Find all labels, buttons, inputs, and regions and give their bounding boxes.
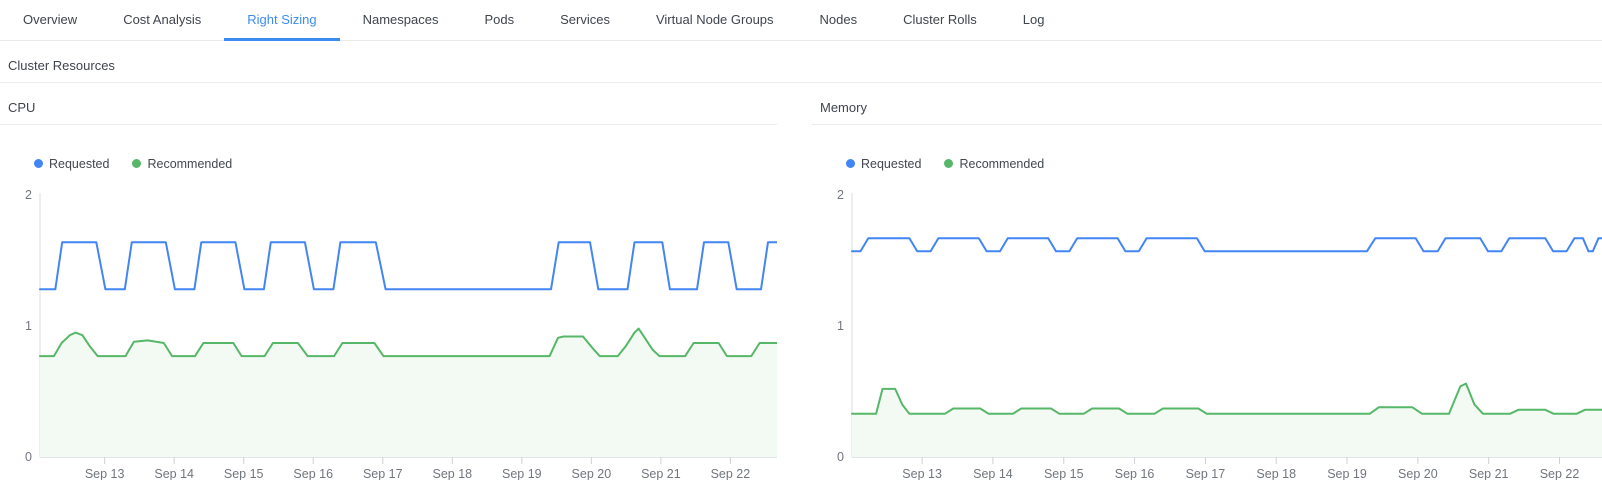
svg-text:Sep 14: Sep 14: [973, 467, 1013, 480]
top-tab-bar: Overview Cost Analysis Right Sizing Name…: [0, 0, 1602, 41]
cpu-chart-title: CPU: [0, 99, 777, 125]
svg-text:Sep 21: Sep 21: [1469, 467, 1509, 480]
legend-dot-requested: [34, 159, 43, 168]
svg-text:0: 0: [837, 450, 844, 464]
legend-dot-requested: [846, 159, 855, 168]
legend-label-recommended: Recommended: [147, 157, 232, 171]
cpu-chart-panel: CPU Requested Recommended 0 1 2 Sep 13 Sep 1…: [0, 99, 777, 480]
legend-item-requested[interactable]: Requested: [34, 157, 109, 171]
svg-text:Sep 16: Sep 16: [1115, 467, 1155, 480]
svg-text:2: 2: [25, 188, 32, 202]
tab-virtual-node-groups[interactable]: Virtual Node Groups: [633, 0, 797, 41]
tab-cluster-rolls[interactable]: Cluster Rolls: [880, 0, 1000, 41]
tab-right-sizing[interactable]: Right Sizing: [224, 0, 339, 41]
svg-text:Sep 15: Sep 15: [224, 467, 264, 480]
svg-text:Sep 20: Sep 20: [1398, 467, 1438, 480]
svg-text:Sep 22: Sep 22: [711, 467, 751, 480]
svg-text:Sep 22: Sep 22: [1540, 467, 1580, 480]
legend-item-recommended[interactable]: Recommended: [944, 157, 1044, 171]
tab-overview[interactable]: Overview: [0, 0, 100, 41]
tab-namespaces[interactable]: Namespaces: [340, 0, 462, 41]
legend-item-requested[interactable]: Requested: [846, 157, 921, 171]
tab-cost-analysis[interactable]: Cost Analysis: [100, 0, 224, 41]
legend-label-recommended: Recommended: [959, 157, 1044, 171]
svg-text:Sep 13: Sep 13: [902, 467, 942, 480]
memory-line-chart: 0 1 2 Sep 13 Sep 14 Sep 15 Sep 16 Sep 17 Sep 18 S…: [812, 182, 1602, 480]
svg-text:Sep 13: Sep 13: [85, 467, 125, 480]
memory-chart-panel: Memory Requested Recommended 0 1 2 Sep 13 Se…: [812, 99, 1602, 480]
svg-text:Sep 15: Sep 15: [1044, 467, 1084, 480]
charts-row: CPU Requested Recommended 0 1 2 Sep 13 Sep 1…: [0, 99, 1602, 480]
svg-text:Sep 20: Sep 20: [572, 467, 612, 480]
legend-dot-recommended: [132, 159, 141, 168]
svg-text:Sep 14: Sep 14: [154, 467, 194, 480]
memory-chart-legend: Requested Recommended: [846, 155, 1602, 172]
tab-nodes[interactable]: Nodes: [797, 0, 881, 41]
cpu-line-chart: 0 1 2 Sep 13 Sep 14 Sep 15 Sep 16 Sep 17 Sep 18 S…: [0, 182, 777, 480]
svg-text:Sep 17: Sep 17: [363, 467, 403, 480]
svg-text:1: 1: [25, 319, 32, 333]
svg-text:0: 0: [25, 450, 32, 464]
tab-log[interactable]: Log: [1000, 0, 1068, 41]
tab-services[interactable]: Services: [537, 0, 633, 41]
svg-text:Sep 17: Sep 17: [1186, 467, 1226, 480]
legend-dot-recommended: [944, 159, 953, 168]
svg-text:Sep 19: Sep 19: [502, 467, 542, 480]
svg-text:1: 1: [837, 319, 844, 333]
svg-text:Sep 21: Sep 21: [641, 467, 681, 480]
legend-item-recommended[interactable]: Recommended: [132, 157, 232, 171]
svg-text:Sep 18: Sep 18: [1256, 467, 1296, 480]
legend-label-requested: Requested: [49, 157, 109, 171]
legend-label-requested: Requested: [861, 157, 921, 171]
svg-text:Sep 16: Sep 16: [293, 467, 333, 480]
memory-chart-title: Memory: [812, 99, 1602, 125]
svg-text:2: 2: [837, 188, 844, 202]
svg-text:Sep 19: Sep 19: [1327, 467, 1367, 480]
svg-text:Sep 18: Sep 18: [432, 467, 472, 480]
section-title-cluster-resources: Cluster Resources: [0, 41, 1602, 83]
cpu-chart-legend: Requested Recommended: [34, 155, 777, 172]
tab-pods[interactable]: Pods: [461, 0, 537, 41]
